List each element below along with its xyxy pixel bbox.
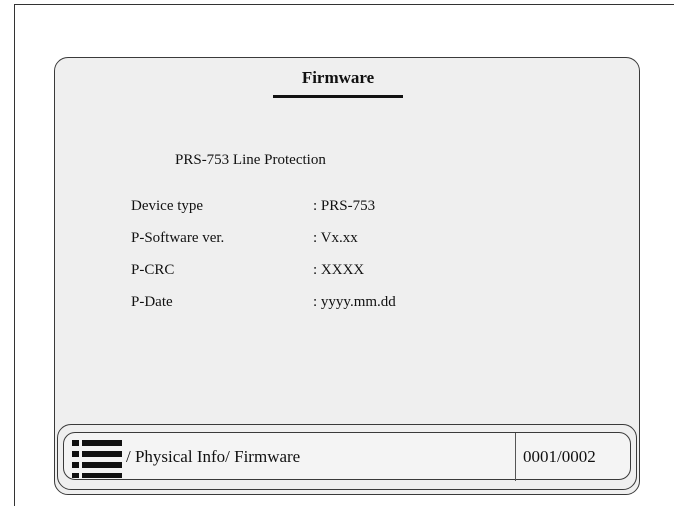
breadcrumb: / Physical Info/ Firmware [126,447,301,466]
info-label: P-Software ver. [131,230,225,246]
info-value: : XXXX [313,262,365,278]
info-label: P-Date [131,294,173,310]
page-title-text: Firmware [301,68,375,87]
info-value: : yyyy.mm.dd [313,294,396,310]
info-label: Device type [131,198,204,214]
lcd-screen: Firmware PRS-753 Line Protection Device … [54,57,640,495]
status-bar: / Physical Info/ Firmware 0001/0002 [57,424,637,490]
device-name: PRS-753 Line Protection [175,152,326,168]
status-divider [515,433,516,481]
status-bar-inner: / Physical Info/ Firmware 0001/0002 [63,432,631,481]
info-value: : Vx.xx [313,230,358,246]
info-value: : PRS-753 [313,198,376,214]
title-underline [273,95,403,98]
info-label: P-CRC [131,262,175,278]
page-counter: 0001/0002 [523,447,596,466]
page-title: Firmware [273,67,403,98]
menu-list-icon[interactable] [72,438,124,478]
